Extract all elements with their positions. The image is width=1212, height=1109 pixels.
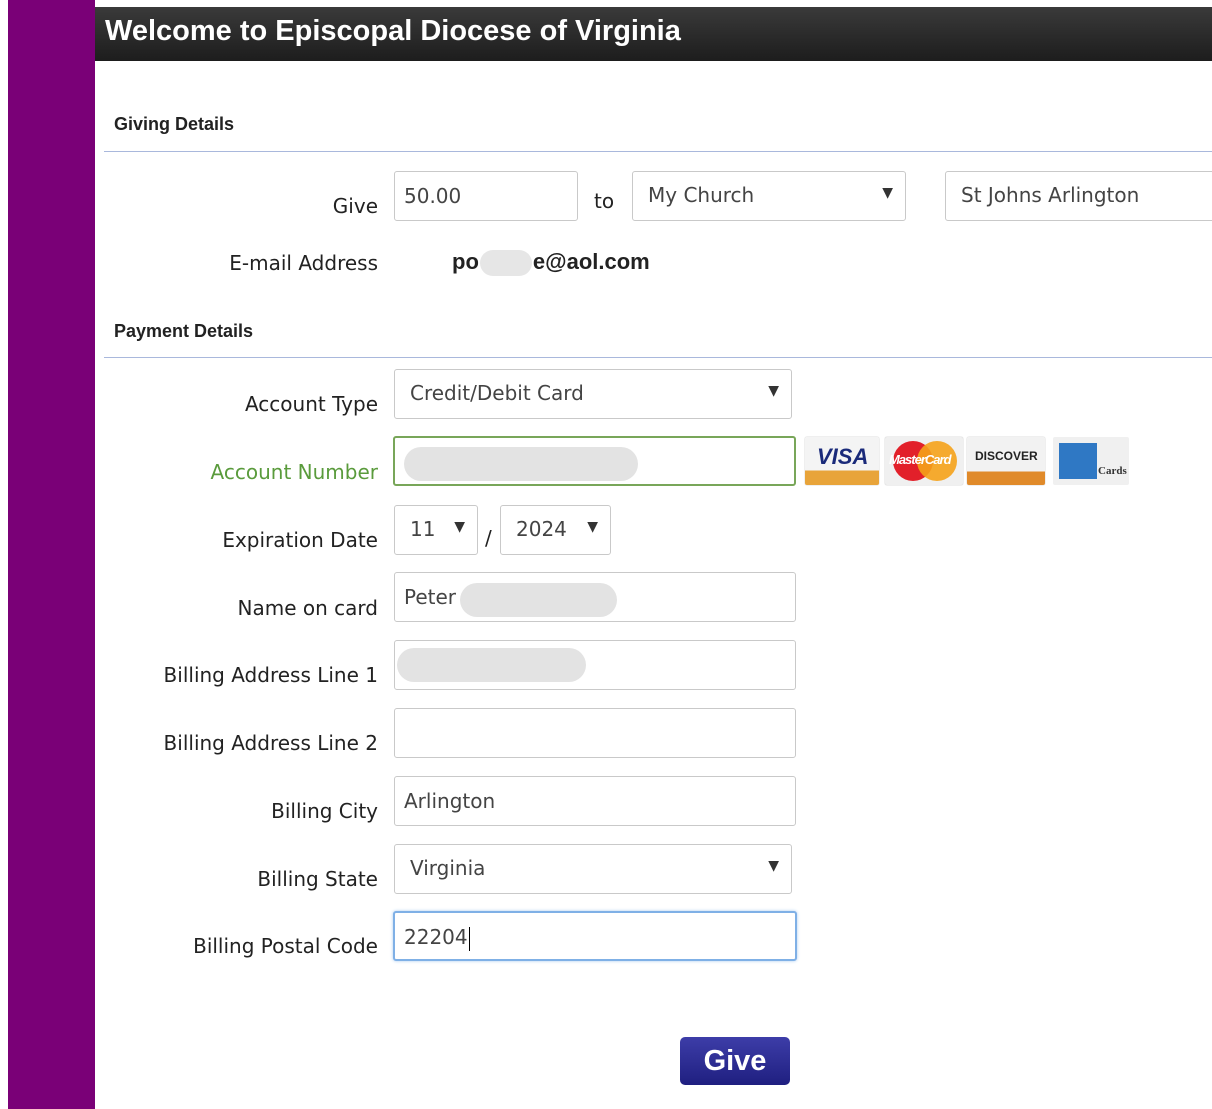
postal-code-label: Billing Postal Code: [193, 934, 378, 958]
name-on-card-value: Peter: [404, 585, 457, 609]
dropdown-arrow-icon: ▼: [587, 519, 598, 535]
to-label: to: [594, 189, 615, 213]
email-address: po e@aol.com: [452, 249, 650, 277]
church-value: St Johns Arlington: [961, 183, 1140, 207]
account-number-label: Account Number: [210, 460, 378, 484]
discover-logo: DISCOVER: [967, 437, 1045, 485]
email-suffix: e@aol.com: [532, 249, 650, 274]
account-type-value: Credit/Debit Card: [410, 381, 584, 405]
church-select[interactable]: St Johns Arlington: [945, 171, 1212, 221]
giving-details-heading: Giving Details: [114, 114, 235, 134]
address2-input[interactable]: [394, 708, 796, 758]
email-prefix: po: [452, 249, 479, 274]
exp-separator: /: [485, 526, 492, 550]
expiration-label: Expiration Date: [222, 528, 378, 552]
discover-logo-text: DISCOVER: [975, 449, 1038, 463]
give-button[interactable]: Give: [680, 1037, 790, 1085]
top-strip: [95, 0, 1212, 7]
dropdown-arrow-icon: ▼: [454, 519, 465, 535]
name-on-card-label: Name on card: [237, 596, 378, 620]
visa-logo: VISA: [805, 437, 879, 485]
text-cursor: [468, 926, 470, 951]
header-bar: Welcome to Episcopal Diocese of Virginia: [95, 7, 1212, 61]
mastercard-logo: MasterCard: [885, 437, 963, 485]
dropdown-arrow-icon: ▼: [768, 383, 779, 399]
sidebar-purple: [8, 0, 95, 1109]
amex-blue-box: [1059, 443, 1097, 479]
recipient-type-select[interactable]: My Church ▼: [632, 171, 906, 221]
address1-label: Billing Address Line 1: [163, 663, 378, 687]
dropdown-arrow-icon: ▼: [768, 858, 779, 874]
exp-year-select[interactable]: 2024 ▼: [500, 505, 611, 555]
left-edge: [0, 0, 8, 1109]
payment-details-heading: Payment Details: [114, 321, 254, 341]
address2-label: Billing Address Line 2: [163, 731, 378, 755]
amex-logo-text: Cards: [1098, 465, 1127, 477]
account-type-label: Account Type: [244, 392, 378, 416]
exp-year-value: 2024: [516, 517, 567, 541]
exp-month-value: 11: [410, 517, 436, 541]
recipient-type-value: My Church: [648, 183, 755, 207]
dropdown-arrow-icon: ▼: [882, 185, 893, 201]
giving-divider: [104, 151, 1212, 152]
redaction-blur: [404, 447, 638, 481]
state-value: Virginia: [410, 856, 486, 880]
postal-code-value: 22204: [404, 925, 468, 949]
city-input[interactable]: Arlington: [394, 776, 796, 826]
mastercard-logo-text: MasterCard: [889, 452, 952, 467]
payment-divider: [104, 357, 1212, 358]
amex-logo: Cards: [1053, 437, 1129, 485]
visa-logo-text: VISA: [817, 444, 869, 469]
city-label: Billing City: [271, 799, 378, 823]
redaction-blur: [397, 648, 586, 682]
redaction-blur: [479, 250, 532, 277]
email-label: E-mail Address: [229, 251, 378, 275]
account-type-select[interactable]: Credit/Debit Card ▼: [394, 369, 792, 419]
city-value: Arlington: [404, 789, 496, 813]
amount-input[interactable]: 50.00: [394, 171, 578, 221]
exp-month-select[interactable]: 11 ▼: [394, 505, 478, 555]
page-title: Welcome to Episcopal Diocese of Virginia: [105, 15, 681, 47]
redaction-blur: [460, 583, 617, 617]
amount-value: 50.00: [404, 184, 462, 208]
postal-code-input[interactable]: 22204: [393, 911, 797, 961]
state-select[interactable]: Virginia ▼: [394, 844, 792, 894]
state-label: Billing State: [257, 867, 378, 891]
give-label: Give: [332, 194, 378, 218]
